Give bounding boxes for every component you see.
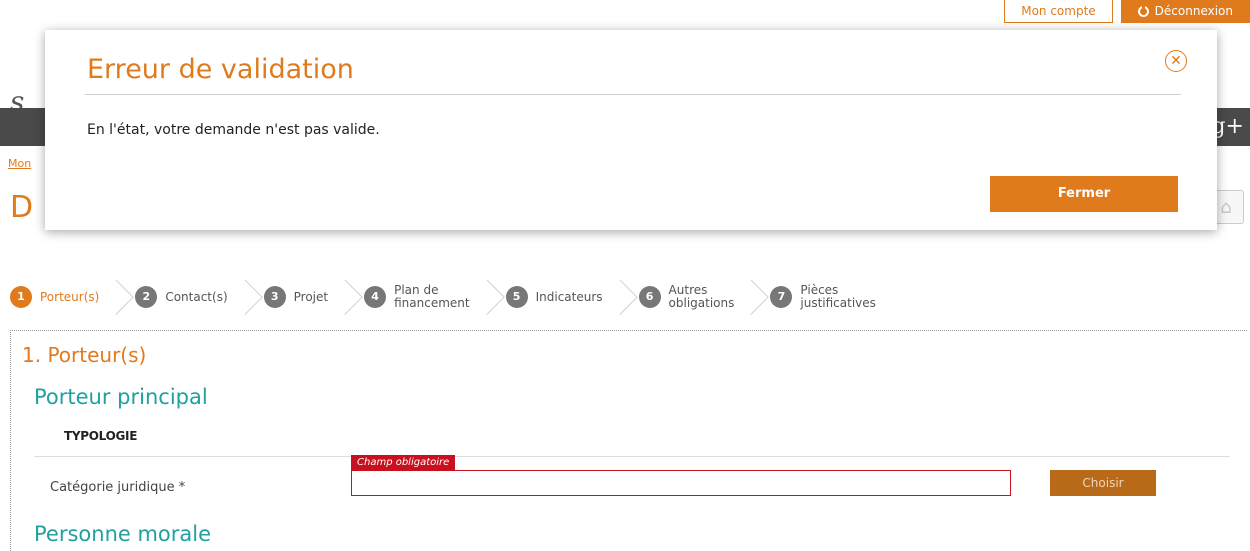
categorie-juridique-label: Catégorie juridique *: [50, 480, 186, 495]
next-subsection-title: Personne morale: [34, 522, 212, 546]
form-panel: [10, 330, 1247, 551]
step-number: 4: [364, 286, 387, 308]
wizard-step[interactable]: 7 Pièces justificatives: [770, 275, 904, 319]
step-label: Contact(s): [165, 289, 228, 304]
logout-label: Déconnexion: [1154, 4, 1233, 18]
close-icon[interactable]: ✕: [1165, 50, 1187, 72]
step-label: Pièces justificatives: [800, 283, 876, 310]
page-title: D: [10, 190, 34, 225]
step-number: 6: [638, 286, 661, 308]
divider: [34, 456, 1230, 457]
group-label: TYPOLOGIE: [64, 429, 138, 443]
breadcrumb[interactable]: Mon: [8, 157, 31, 170]
step-label: Projet: [293, 289, 329, 304]
dialog-divider: [85, 94, 1181, 95]
wizard-step[interactable]: 1 Porteur(s): [10, 275, 127, 319]
step-number: 3: [263, 286, 286, 308]
step-label: Indicateurs: [535, 289, 603, 304]
step-number: 5: [505, 286, 528, 308]
logout-button[interactable]: Déconnexion: [1120, 0, 1250, 23]
wizard-step[interactable]: 5 Indicateurs: [505, 275, 631, 319]
choose-button[interactable]: Choisir: [1050, 470, 1156, 496]
dialog-message: En l'état, votre demande n'est pas valid…: [87, 122, 380, 138]
close-button[interactable]: Fermer: [990, 176, 1178, 212]
account-link[interactable]: Mon compte: [1004, 0, 1113, 23]
categorie-juridique-field[interactable]: [351, 470, 1011, 496]
dialog-title: Erreur de validation: [87, 54, 354, 85]
step-label: Autres obligations: [668, 283, 735, 310]
step-number: 1: [10, 286, 32, 308]
wizard-step[interactable]: 3 Projet: [263, 275, 356, 319]
validation-error-dialog: Erreur de validation ✕ En l'état, votre …: [45, 30, 1217, 230]
wizard-stepper: 1 Porteur(s) 2 Contact(s) 3 Projet 4 Plan de fi…: [10, 275, 1238, 319]
wizard-step[interactable]: 4 Plan de financement: [364, 275, 498, 319]
home-icon: ⌂: [1220, 196, 1232, 218]
step-label: Plan de financement: [394, 283, 470, 310]
step-number: 7: [770, 286, 793, 308]
step-label: Porteur(s): [40, 289, 100, 304]
step-number: 2: [135, 286, 158, 308]
subsection-title: Porteur principal: [34, 385, 208, 409]
section-title: 1. Porteur(s): [22, 343, 147, 367]
power-icon: [1137, 3, 1149, 17]
required-badge: Champ obligatoire: [351, 455, 456, 470]
wizard-step[interactable]: 6 Autres obligations: [638, 275, 763, 319]
wizard-step[interactable]: 2 Contact(s): [135, 275, 255, 319]
top-links: Mon compte Déconnexion: [1004, 0, 1250, 23]
